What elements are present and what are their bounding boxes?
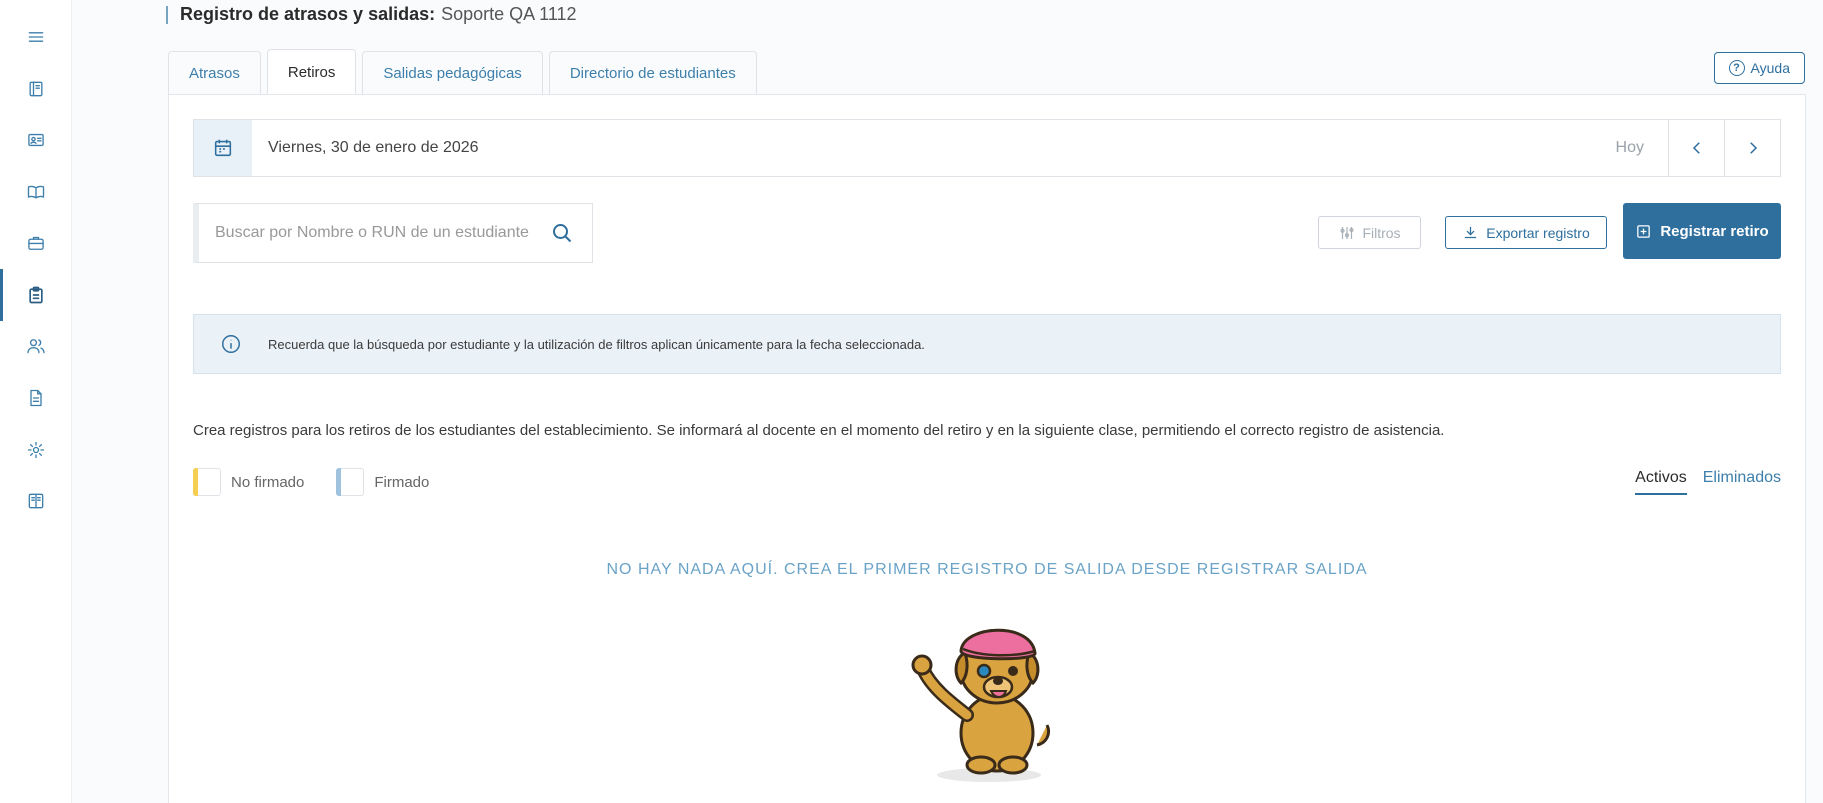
search-icon[interactable] — [550, 221, 574, 245]
tab-retiros[interactable]: Retiros — [266, 49, 357, 94]
page-description: Crea registros para los retiros de los e… — [193, 422, 1445, 439]
help-button[interactable]: ? Ayuda — [1713, 52, 1805, 84]
main-panel: Viernes, 30 de enero de 2026 Hoy Filtros… — [168, 94, 1806, 803]
id-card-icon[interactable] — [0, 114, 72, 166]
selected-date[interactable]: Viernes, 30 de enero de 2026 — [268, 139, 1592, 157]
previous-day-button[interactable] — [1668, 120, 1724, 176]
register-withdrawal-button[interactable]: Registrar retiro — [1623, 203, 1781, 259]
document-icon[interactable] — [0, 372, 72, 424]
tab-atrasos[interactable]: Atrasos — [168, 51, 261, 95]
help-label: Ayuda — [1750, 60, 1790, 76]
filters-label: Filtros — [1362, 224, 1401, 241]
tab-eliminados[interactable]: Eliminados — [1703, 469, 1781, 495]
gear-icon[interactable] — [0, 424, 72, 476]
info-icon — [222, 335, 240, 353]
tab-activos[interactable]: Activos — [1635, 469, 1687, 495]
manual-icon[interactable] — [0, 475, 72, 527]
register-label: Registrar retiro — [1660, 222, 1769, 240]
export-label: Exportar registro — [1486, 224, 1590, 241]
help-icon: ? — [1728, 60, 1745, 76]
chevron-left-icon — [1692, 142, 1700, 154]
menu-icon[interactable] — [0, 11, 72, 63]
tab-salidas-pedagogicas[interactable]: Salidas pedagógicas — [362, 51, 543, 95]
info-text: Recuerda que la búsqueda por estudiante … — [268, 336, 925, 352]
export-button[interactable]: Exportar registro — [1445, 216, 1607, 249]
legend: No firmado Firmado — [193, 468, 461, 496]
signed-label: Firmado — [374, 473, 430, 491]
tab-bar: Atrasos Retiros Salidas pedagógicas Dire… — [168, 49, 757, 95]
today-button[interactable]: Hoy — [1592, 139, 1668, 157]
users-icon[interactable] — [0, 320, 72, 372]
legend-signed: Firmado — [336, 468, 429, 496]
page-title: Registro de atrasos y salidas: Soporte Q… — [166, 4, 577, 25]
puppy-illustration — [911, 628, 1051, 782]
legend-unsigned: No firmado — [193, 468, 304, 496]
title-accent-bar — [166, 5, 168, 24]
sliders-icon — [1340, 226, 1355, 239]
search-input[interactable] — [215, 224, 550, 242]
clipboard-icon[interactable] — [0, 269, 72, 321]
state-tabs: Activos Eliminados — [1635, 469, 1781, 495]
briefcase-icon[interactable] — [0, 217, 72, 269]
unsigned-label: No firmado — [231, 473, 305, 491]
next-day-button[interactable] — [1724, 120, 1780, 176]
sidebar — [0, 0, 72, 803]
signed-swatch — [336, 468, 365, 496]
empty-state-message: NO HAY NADA AQUÍ. CREA EL PRIMER REGISTR… — [606, 561, 1368, 578]
filters-button[interactable]: Filtros — [1318, 216, 1421, 249]
page-title-main: Registro de atrasos y salidas: — [180, 4, 436, 24]
tab-directorio-estudiantes[interactable]: Directorio de estudiantes — [548, 51, 757, 95]
notebook-icon[interactable] — [0, 63, 72, 115]
page-title-school: Soporte QA 1112 — [441, 4, 577, 24]
info-banner: Recuerda que la búsqueda por estudiante … — [193, 314, 1781, 374]
plus-square-icon — [1637, 224, 1651, 238]
book-icon[interactable] — [0, 166, 72, 218]
chevron-right-icon — [1749, 142, 1757, 154]
download-icon — [1465, 226, 1477, 239]
calendar-icon[interactable] — [194, 120, 252, 176]
search-box — [193, 203, 593, 263]
date-bar: Viernes, 30 de enero de 2026 Hoy — [193, 119, 1781, 177]
unsigned-swatch — [193, 468, 221, 496]
